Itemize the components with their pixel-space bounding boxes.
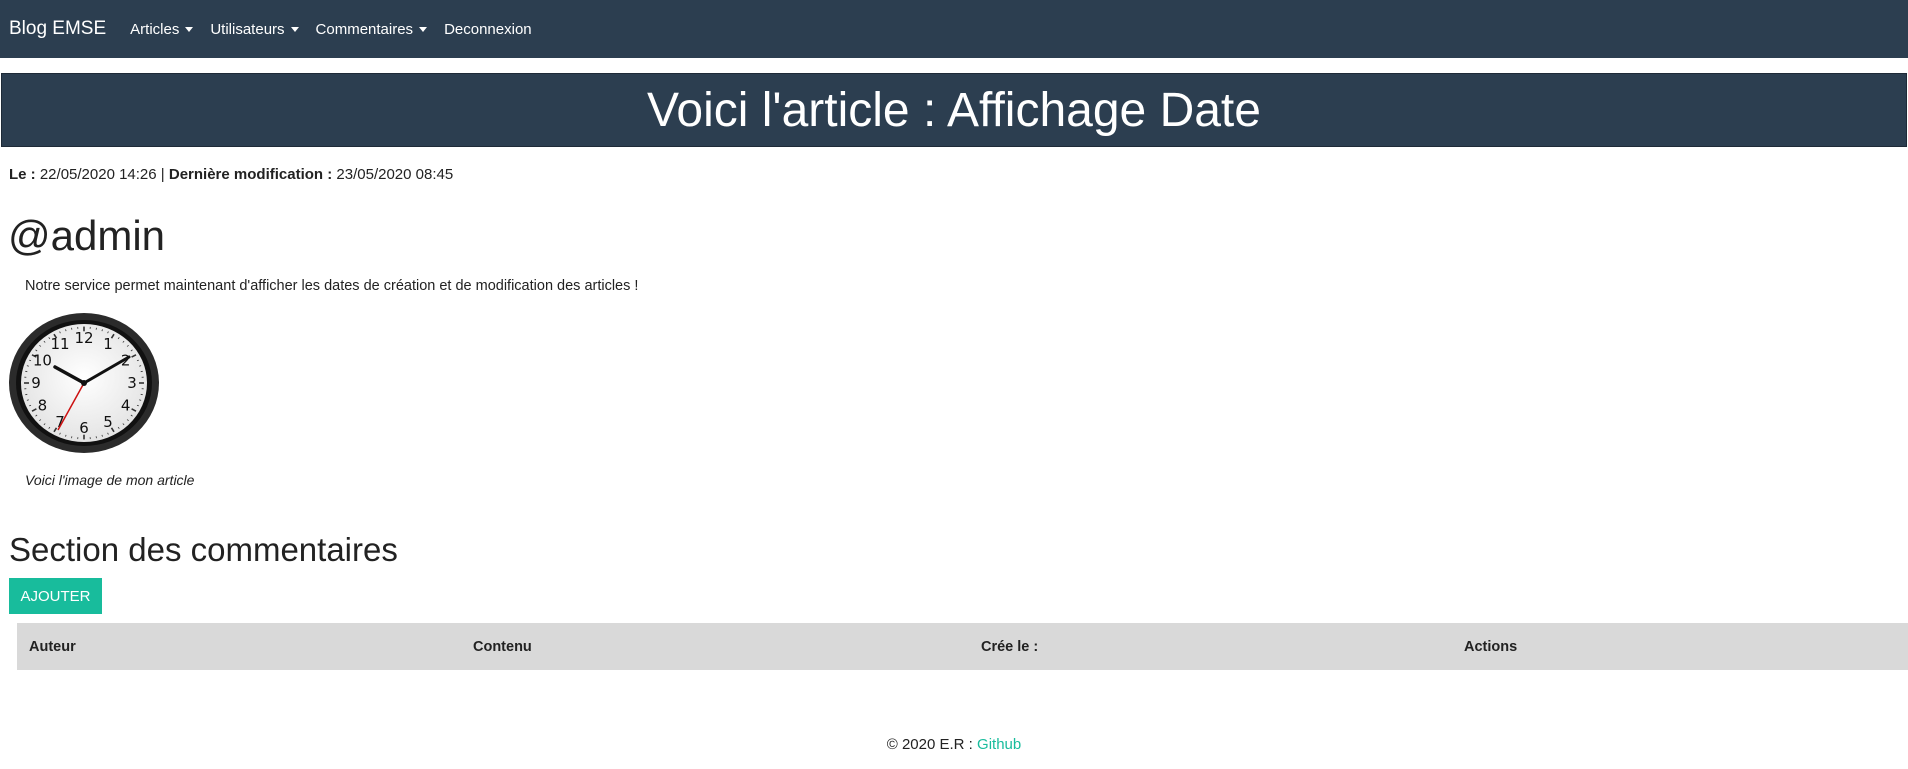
nav-articles-dropdown[interactable]: Articles	[130, 20, 194, 38]
page-footer: © 2020 E.R : Github	[0, 736, 1908, 753]
clock-number: 11	[50, 335, 69, 353]
table-header-row: Auteur Contenu Crée le : Actions	[17, 623, 1908, 670]
clock-tick	[101, 434, 103, 437]
article-content: Notre service permet maintenant d'affich…	[25, 278, 639, 294]
created-date: 22/05/2020 14:26	[39, 166, 157, 183]
created-label: Le :	[9, 166, 36, 183]
clock-number: 1	[103, 335, 113, 353]
column-header-contenu: Contenu	[473, 638, 532, 655]
clock-number: 9	[31, 374, 41, 392]
modified-date: 23/05/2020 08:45	[336, 166, 454, 183]
comments-table: Auteur Contenu Crée le : Actions	[17, 623, 1908, 670]
nav-commentaires-dropdown[interactable]: Commentaires	[316, 21, 428, 38]
clock-number: 8	[38, 397, 48, 415]
article-title: Voici l'article : Affichage Date	[647, 83, 1261, 137]
article-author: @admin	[8, 212, 166, 259]
clock-number: 10	[33, 352, 52, 370]
meta-separator: |	[160, 166, 165, 183]
clock-center	[81, 380, 87, 386]
clock-number: 7	[55, 413, 65, 431]
article-header: Voici l'article : Affichage Date	[1, 73, 1907, 147]
nav-utilisateurs-dropdown[interactable]: Utilisateurs	[210, 20, 299, 38]
nav-articles-label: Articles	[130, 20, 180, 38]
nav-deconnexion-label: Deconnexion	[444, 20, 532, 38]
footer-copyright: © 2020 E.R :	[886, 736, 973, 753]
clock-number: 12	[74, 329, 93, 347]
clock-tick	[101, 329, 103, 332]
column-header-actions: Actions	[1464, 638, 1518, 655]
column-header-cree-le: Crée le :	[981, 638, 1039, 655]
top-navbar: Blog EMSE Articles Utilisateurs Commenta…	[0, 0, 1908, 58]
modified-label: Dernière modification :	[168, 166, 333, 183]
clock-number: 6	[79, 419, 89, 437]
nav-utilisateurs-label: Utilisateurs	[210, 20, 285, 38]
clock-tick	[65, 434, 67, 437]
caret-down-icon	[290, 26, 299, 32]
article-image: 121234567891011	[9, 313, 159, 453]
nav-commentaires-label: Commentaires	[315, 20, 414, 38]
caret-down-icon	[185, 26, 194, 32]
github-link[interactable]: Github	[977, 736, 1021, 753]
column-header-auteur: Auteur	[29, 638, 76, 655]
clock-number: 4	[121, 397, 131, 415]
image-caption: Voici l'image de mon article	[25, 472, 195, 488]
clock-tick	[65, 329, 67, 332]
nav-deconnexion-link[interactable]: Deconnexion	[444, 21, 532, 38]
comments-section-title: Section des commentaires	[9, 531, 398, 568]
add-comment-button[interactable]: AJOUTER	[9, 578, 102, 614]
clock-number: 3	[127, 374, 137, 392]
brand-link[interactable]: Blog EMSE	[9, 18, 106, 40]
clock-number: 5	[103, 413, 113, 431]
article-meta: Le : 22/05/2020 14:26 | Dernière modific…	[9, 166, 453, 183]
caret-down-icon	[419, 26, 428, 32]
